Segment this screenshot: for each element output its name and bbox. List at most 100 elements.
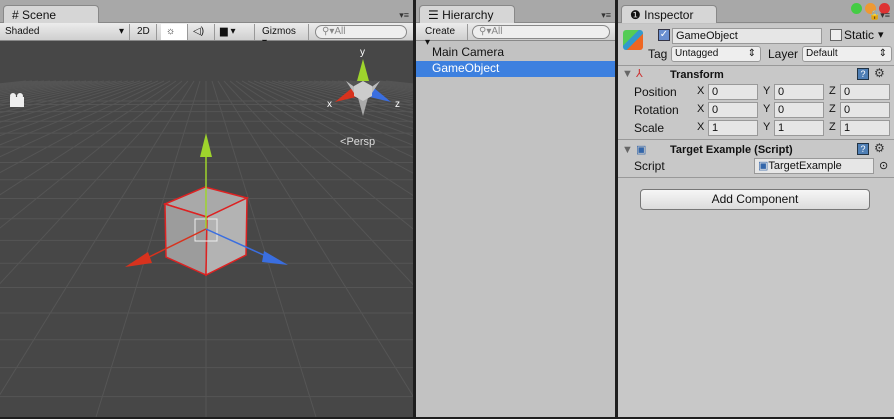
- scene-tabbar: # Scene ▾≡: [0, 0, 413, 23]
- tab-inspector[interactable]: ❶ Inspector: [621, 5, 717, 23]
- transform-foldout[interactable]: ▼: [622, 68, 633, 80]
- z-label: Z: [829, 103, 836, 115]
- position-y-input[interactable]: 0: [774, 84, 824, 100]
- search-placeholder: All: [334, 26, 346, 37]
- projection-label[interactable]: <Persp: [340, 136, 375, 148]
- static-dropdown-icon[interactable]: ▾: [878, 28, 884, 41]
- panel-menu-icon[interactable]: ▾≡: [399, 10, 409, 21]
- tab-label: Scene: [22, 8, 57, 22]
- gear-icon[interactable]: ⚙: [874, 66, 885, 80]
- gizmos-dropdown[interactable]: Gizmos ▾: [257, 24, 309, 48]
- divider: [618, 177, 894, 178]
- object-picker-icon[interactable]: ⊙: [879, 159, 888, 172]
- divider: [618, 139, 894, 140]
- rotation-z-input[interactable]: 0: [840, 102, 890, 118]
- z-label: Z: [829, 121, 836, 133]
- axis-label-x: x: [327, 99, 332, 110]
- scene-viewport[interactable]: y x z <Persp: [0, 41, 413, 417]
- create-dropdown[interactable]: Create ▾: [420, 24, 468, 48]
- layer-dropdown[interactable]: Default ⇕: [802, 46, 892, 62]
- list-item[interactable]: GameObject: [416, 61, 615, 77]
- position-row: Position X0 Y0 Z0: [618, 83, 894, 101]
- y-label: Y: [763, 85, 771, 97]
- x-label: X: [697, 85, 705, 97]
- script-foldout[interactable]: ▼: [622, 144, 633, 156]
- add-component-button[interactable]: Add Component: [640, 189, 870, 210]
- tab-scene[interactable]: # Scene: [3, 5, 99, 23]
- hierarchy-search-input[interactable]: ⚲▾All: [472, 25, 610, 39]
- scene-search-input[interactable]: ⚲▾All: [315, 25, 407, 39]
- active-checkbox[interactable]: ✓: [658, 29, 670, 41]
- scale-x-input[interactable]: 1: [708, 120, 758, 136]
- tag-dropdown[interactable]: Untagged ⇕: [671, 46, 761, 62]
- static-checkbox[interactable]: [830, 29, 842, 41]
- gameobject-cube-icon: [623, 30, 643, 50]
- gizmos-label: Gizmos: [262, 26, 296, 37]
- audio-toggle-speaker-icon[interactable]: ◁): [188, 24, 215, 40]
- transform-axes-icon: ⅄: [636, 68, 643, 80]
- scale-y-input[interactable]: 1: [774, 120, 824, 136]
- y-label: Y: [763, 103, 771, 115]
- scale-z-input[interactable]: 1: [840, 120, 890, 136]
- gear-icon[interactable]: ⚙: [874, 141, 885, 155]
- help-book-icon[interactable]: ?: [857, 143, 869, 155]
- static-label: Static: [844, 28, 875, 42]
- lock-menu-icon[interactable]: 🔒▾≡: [869, 10, 890, 21]
- layer-value: Default: [806, 48, 838, 59]
- 2d-toggle[interactable]: 2D: [132, 24, 157, 40]
- script-icon: ▣: [758, 160, 769, 172]
- maximize-button[interactable]: [850, 3, 862, 14]
- script-value: TargetExample: [768, 160, 842, 172]
- search-placeholder: All: [491, 26, 503, 37]
- inspector-body: ✓ GameObject Static ▾ Tag Untagged ⇕ Laye…: [618, 24, 894, 417]
- z-label: Z: [829, 85, 836, 97]
- script-label: Script: [634, 159, 665, 173]
- list-item[interactable]: Main Camera: [416, 45, 615, 61]
- tag-label: Tag: [648, 47, 668, 61]
- inspector-tabbar: ❶ Inspector 🔒▾≡: [618, 0, 894, 23]
- rotation-row: Rotation X0 Y0 Z0: [618, 101, 894, 119]
- script-file-icon: ▣: [636, 144, 647, 156]
- row-label: Position: [634, 85, 677, 99]
- hierarchy-panel: ☰ Hierarchy ▾≡ Create ▾ ⚲▾All Main Camer…: [416, 0, 615, 417]
- shading-dropdown[interactable]: Shaded ▾: [0, 24, 130, 40]
- list-icon: ☰: [428, 8, 439, 22]
- dropdown-arrow-icon: ▾: [118, 26, 124, 37]
- x-label: X: [697, 103, 705, 115]
- position-z-input[interactable]: 0: [840, 84, 890, 100]
- object-name-input[interactable]: GameObject: [672, 28, 822, 44]
- tab-label: Hierarchy: [442, 8, 494, 22]
- hierarchy-tabbar: ☰ Hierarchy ▾≡: [416, 0, 615, 23]
- row-label: Scale: [634, 121, 665, 135]
- hierarchy-toolbar: Create ▾ ⚲▾All: [416, 23, 615, 48]
- lighting-toggle-sun-icon[interactable]: ☼: [161, 24, 188, 40]
- panel-menu-icon[interactable]: ▾≡: [601, 10, 611, 21]
- row-label: Rotation: [634, 103, 679, 117]
- scene-panel: # Scene ▾≡ Shaded ▾ 2D ☼ ◁) ▆ ▾ Gizmos ▾ …: [0, 0, 413, 417]
- tag-value: Untagged: [675, 48, 719, 59]
- transform-title: Transform: [670, 69, 724, 81]
- script-object-field[interactable]: ▣TargetExample: [754, 158, 874, 174]
- inspector-panel: ❶ Inspector 🔒▾≡ ✓ GameObject Static ▾ Ta…: [618, 0, 894, 417]
- scale-row: Scale X1 Y1 Z1: [618, 119, 894, 137]
- hierarchy-list: Main Camera GameObject: [416, 45, 615, 77]
- script-component-title: Target Example (Script): [670, 144, 793, 156]
- x-label: X: [697, 121, 705, 133]
- rotation-x-input[interactable]: 0: [708, 102, 758, 118]
- y-label: Y: [763, 121, 771, 133]
- shading-label: Shaded: [5, 26, 40, 37]
- rotation-y-input[interactable]: 0: [774, 102, 824, 118]
- help-book-icon[interactable]: ?: [857, 68, 869, 80]
- tab-hierarchy[interactable]: ☰ Hierarchy: [419, 5, 515, 23]
- divider: [618, 65, 894, 66]
- axis-label-y: y: [360, 47, 365, 58]
- grid-icon: #: [12, 8, 19, 22]
- layer-label: Layer: [768, 47, 799, 61]
- axis-label-z: z: [395, 99, 400, 110]
- position-x-input[interactable]: 0: [708, 84, 758, 100]
- tab-label: Inspector: [644, 8, 694, 22]
- scene-toolbar: Shaded ▾ 2D ☼ ◁) ▆ ▾ Gizmos ▾ ⚲▾All: [0, 23, 413, 48]
- info-icon: ❶: [630, 8, 641, 22]
- effects-image-icon[interactable]: ▆ ▾: [215, 24, 255, 40]
- create-label: Create: [425, 26, 456, 37]
